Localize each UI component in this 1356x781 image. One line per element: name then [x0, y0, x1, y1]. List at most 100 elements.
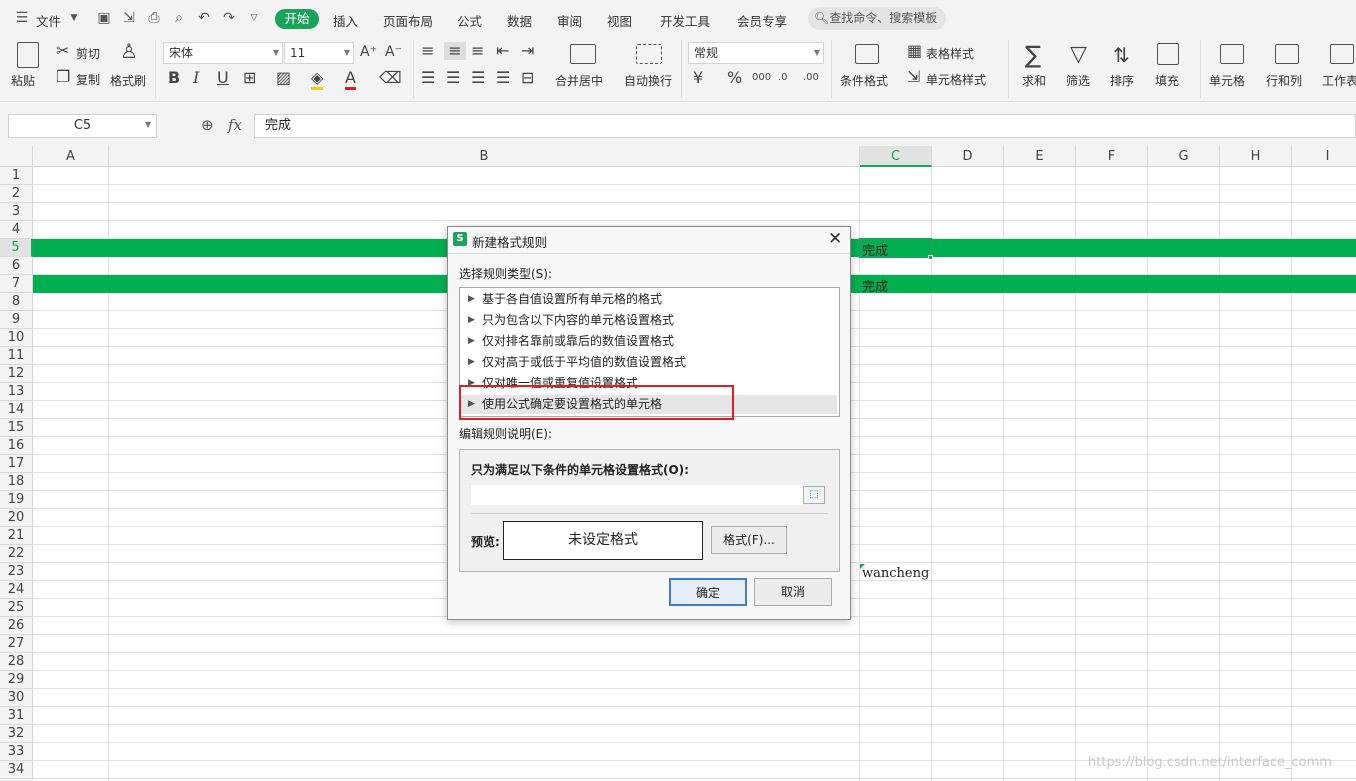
range-select-icon[interactable]: ⬚	[803, 486, 825, 504]
row-header-34[interactable]: 34	[0, 761, 33, 779]
copy-button[interactable]: 复制	[76, 71, 100, 88]
tab-member[interactable]: 会员专享	[737, 11, 787, 30]
row-header-6[interactable]: 6	[0, 257, 33, 275]
cell-button[interactable]: 单元格	[1209, 72, 1245, 89]
column-header-e[interactable]: E	[1004, 146, 1076, 167]
align-left-icon[interactable]: ☰	[421, 69, 435, 87]
customize-toolbar-icon[interactable]: ▽	[246, 10, 262, 26]
conditional-format-button[interactable]: 条件格式	[840, 72, 888, 89]
row-header-15[interactable]: 15	[0, 419, 33, 437]
tab-review[interactable]: 审阅	[557, 11, 582, 30]
tab-home[interactable]: 开始	[275, 9, 319, 29]
row-header-10[interactable]: 10	[0, 329, 33, 347]
align-center-icon[interactable]: ☰	[446, 69, 460, 87]
decrease-decimal-icon[interactable]: .00	[803, 69, 819, 87]
sort-button[interactable]: 排序	[1110, 72, 1134, 89]
decrease-indent-icon[interactable]: ⇤	[496, 42, 509, 60]
row-header-12[interactable]: 12	[0, 365, 33, 383]
row-header-13[interactable]: 13	[0, 383, 33, 401]
filter-icon[interactable]: ▽	[1070, 42, 1087, 68]
export-pdf-icon[interactable]: ⇲	[121, 10, 137, 26]
font-size-select[interactable]: 11 ▼	[284, 42, 354, 64]
clear-format-icon[interactable]: ⌫	[379, 69, 402, 87]
fill-icon[interactable]	[1157, 43, 1179, 65]
hamburger-menu-icon[interactable]: ☰	[14, 10, 30, 26]
print-icon[interactable]: ⎙	[146, 10, 162, 26]
align-top-icon[interactable]: ≡	[421, 42, 434, 60]
format-button[interactable]: 格式(F)...	[711, 526, 787, 554]
paste-icon[interactable]	[17, 42, 39, 68]
percent-icon[interactable]: %	[727, 69, 742, 87]
align-right-icon[interactable]: ☰	[471, 69, 485, 87]
cell-c7[interactable]: 完成	[862, 276, 888, 295]
wrap-text-button[interactable]: 自动换行	[624, 72, 672, 89]
row-col-icon[interactable]	[1275, 44, 1299, 64]
name-box[interactable]: C5	[8, 114, 157, 138]
row-header-21[interactable]: 21	[0, 527, 33, 545]
row-header-26[interactable]: 26	[0, 617, 33, 635]
row-header-33[interactable]: 33	[0, 743, 33, 761]
row-header-3[interactable]: 3	[0, 203, 33, 221]
command-search[interactable]: 🔍︎查找命令、搜索模板	[808, 7, 946, 30]
align-middle-icon[interactable]: ≡	[444, 42, 466, 60]
cell-style-icon[interactable]: ⇲	[907, 68, 920, 86]
row-header-2[interactable]: 2	[0, 185, 33, 203]
rule-type-item[interactable]: ▶ 基于各自值设置所有单元格的格式	[460, 290, 837, 309]
increase-indent-icon[interactable]: ⇥	[521, 42, 534, 60]
formula-input[interactable]: 完成	[254, 114, 1356, 138]
row-header-30[interactable]: 30	[0, 689, 33, 707]
filter-button[interactable]: 筛选	[1066, 72, 1090, 89]
save-icon[interactable]: ▣	[96, 10, 112, 26]
ok-button[interactable]: 确定	[669, 578, 747, 606]
tab-page-layout[interactable]: 页面布局	[383, 11, 433, 30]
border-icon[interactable]: ⊞	[243, 69, 256, 87]
conditional-format-icon[interactable]	[855, 44, 879, 64]
sum-button[interactable]: 求和	[1022, 72, 1046, 89]
format-painter-button[interactable]: 格式刷	[110, 72, 146, 89]
cell-icon[interactable]	[1220, 44, 1244, 64]
cell-style-button[interactable]: 单元格样式	[926, 71, 986, 88]
worksheet-icon[interactable]	[1330, 44, 1354, 64]
column-header-h[interactable]: H	[1220, 146, 1292, 167]
undo-icon[interactable]: ↶	[196, 10, 212, 26]
merge-center-button[interactable]: 合并居中	[555, 72, 603, 89]
row-header-7[interactable]: 7	[0, 275, 33, 293]
tab-view[interactable]: 视图	[607, 11, 632, 30]
chevron-down-icon[interactable]: ▼	[66, 10, 82, 26]
fx-icon[interactable]: fx	[228, 116, 242, 134]
italic-icon[interactable]: I	[193, 69, 199, 87]
row-header-19[interactable]: 19	[0, 491, 33, 509]
bold-icon[interactable]: B	[168, 69, 180, 87]
row-header-4[interactable]: 4	[0, 221, 33, 239]
align-bottom-icon[interactable]: ≡	[471, 42, 484, 60]
cell-c5[interactable]: 完成	[862, 240, 888, 259]
fill-color-icon[interactable]: ◈	[311, 69, 324, 90]
column-header-i[interactable]: I	[1292, 146, 1356, 167]
row-header-32[interactable]: 32	[0, 725, 33, 743]
column-header-f[interactable]: F	[1076, 146, 1148, 167]
column-header-a[interactable]: A	[33, 146, 109, 167]
row-header-17[interactable]: 17	[0, 455, 33, 473]
row-header-20[interactable]: 20	[0, 509, 33, 527]
fill-handle[interactable]	[928, 255, 933, 260]
file-menu[interactable]: 文件	[36, 11, 61, 30]
chevron-down-icon[interactable]: ▼	[145, 120, 151, 129]
copy-icon[interactable]: ❐	[56, 68, 70, 86]
sort-icon[interactable]: ⇅	[1113, 42, 1130, 68]
redo-icon[interactable]: ↷	[221, 10, 237, 26]
row-header-9[interactable]: 9	[0, 311, 33, 329]
row-header-29[interactable]: 29	[0, 671, 33, 689]
row-header-27[interactable]: 27	[0, 635, 33, 653]
row-col-button[interactable]: 行和列	[1266, 72, 1302, 89]
column-header-g[interactable]: G	[1148, 146, 1220, 167]
tab-data[interactable]: 数据	[507, 11, 532, 30]
underline-icon[interactable]: U	[217, 69, 229, 87]
font-name-select[interactable]: 宋体 ▼	[163, 42, 283, 64]
column-header-d[interactable]: D	[932, 146, 1004, 167]
cell-c23[interactable]: wancheng	[862, 566, 929, 581]
sum-icon[interactable]: ∑	[1025, 42, 1041, 68]
table-style-button[interactable]: 表格样式	[926, 45, 974, 62]
worksheet-button[interactable]: 工作表	[1322, 72, 1356, 89]
row-header-8[interactable]: 8	[0, 293, 33, 311]
row-header-23[interactable]: 23	[0, 563, 33, 581]
